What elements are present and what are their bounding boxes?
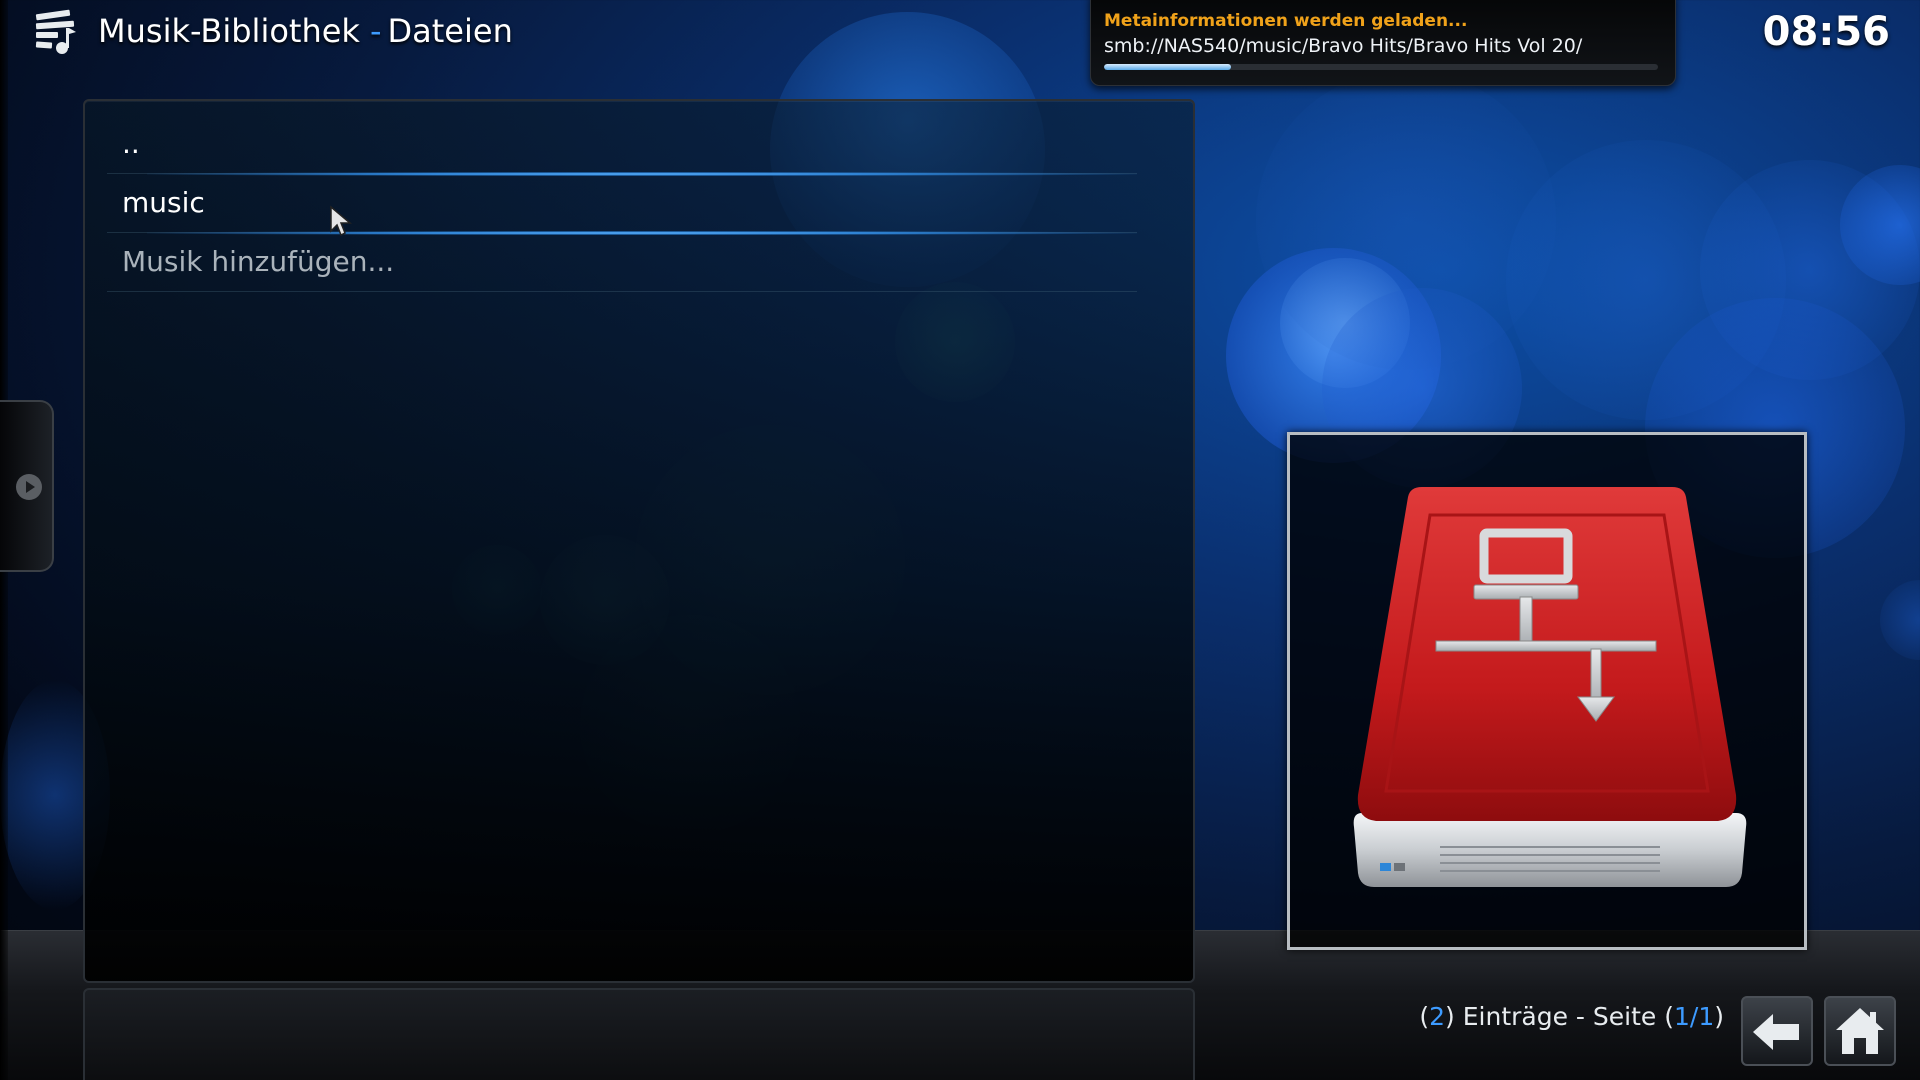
list-item-label: Musik hinzufügen... [122, 245, 395, 278]
home-button[interactable] [1824, 996, 1896, 1066]
network-drive-icon [1353, 487, 1747, 887]
notification-path: smb://NAS540/music/Bravo Hits/Bravo Hits… [1104, 35, 1583, 57]
count-open-paren: ( [1419, 1002, 1430, 1031]
item-count-status: (2) Einträge - Seite (1/1) [1419, 1002, 1724, 1031]
list-item-label: music [122, 186, 205, 219]
clock: 08:56 [1762, 9, 1890, 55]
list-item-label: .. [122, 127, 140, 160]
play-icon[interactable] [16, 474, 42, 500]
file-list-panel: .. music Musik hinzufügen... [83, 99, 1195, 983]
file-list: .. music Musik hinzufügen... [85, 115, 1193, 292]
notification-title: Metainformationen werden geladen... [1104, 11, 1468, 31]
notification-progress-bar [1104, 64, 1658, 70]
mouse-cursor-icon [330, 205, 353, 237]
page-indicator: 1/1 [1674, 1002, 1715, 1031]
music-library-icon [34, 8, 78, 56]
back-button[interactable] [1741, 996, 1813, 1066]
page-open-paren: ( [1664, 1002, 1674, 1031]
home-icon [1836, 1008, 1884, 1054]
page-close-paren: ) [1714, 1002, 1724, 1031]
list-panel-reflection [83, 988, 1195, 1080]
list-item-add-music[interactable]: Musik hinzufügen... [107, 233, 1137, 292]
notification-progress-fill [1104, 64, 1232, 70]
back-arrow-icon [1753, 1014, 1799, 1050]
count-close-paren: ) [1445, 1002, 1455, 1031]
subsection-title: Dateien [387, 12, 513, 50]
side-menu-tab[interactable] [0, 400, 54, 572]
notification-toast: Metainformationen werden geladen... smb:… [1090, 0, 1676, 86]
title-separator: - [369, 12, 382, 50]
item-count: 2 [1429, 1002, 1446, 1031]
section-title: Musik-Bibliothek [98, 12, 360, 50]
list-item-parent-folder[interactable]: .. [107, 115, 1137, 174]
thumbnail-frame [1287, 432, 1807, 950]
entries-text: Einträge - Seite [1454, 1002, 1665, 1031]
list-item-music[interactable]: music [107, 172, 1137, 235]
page-title: Musik-Bibliothek - Dateien [98, 12, 513, 50]
